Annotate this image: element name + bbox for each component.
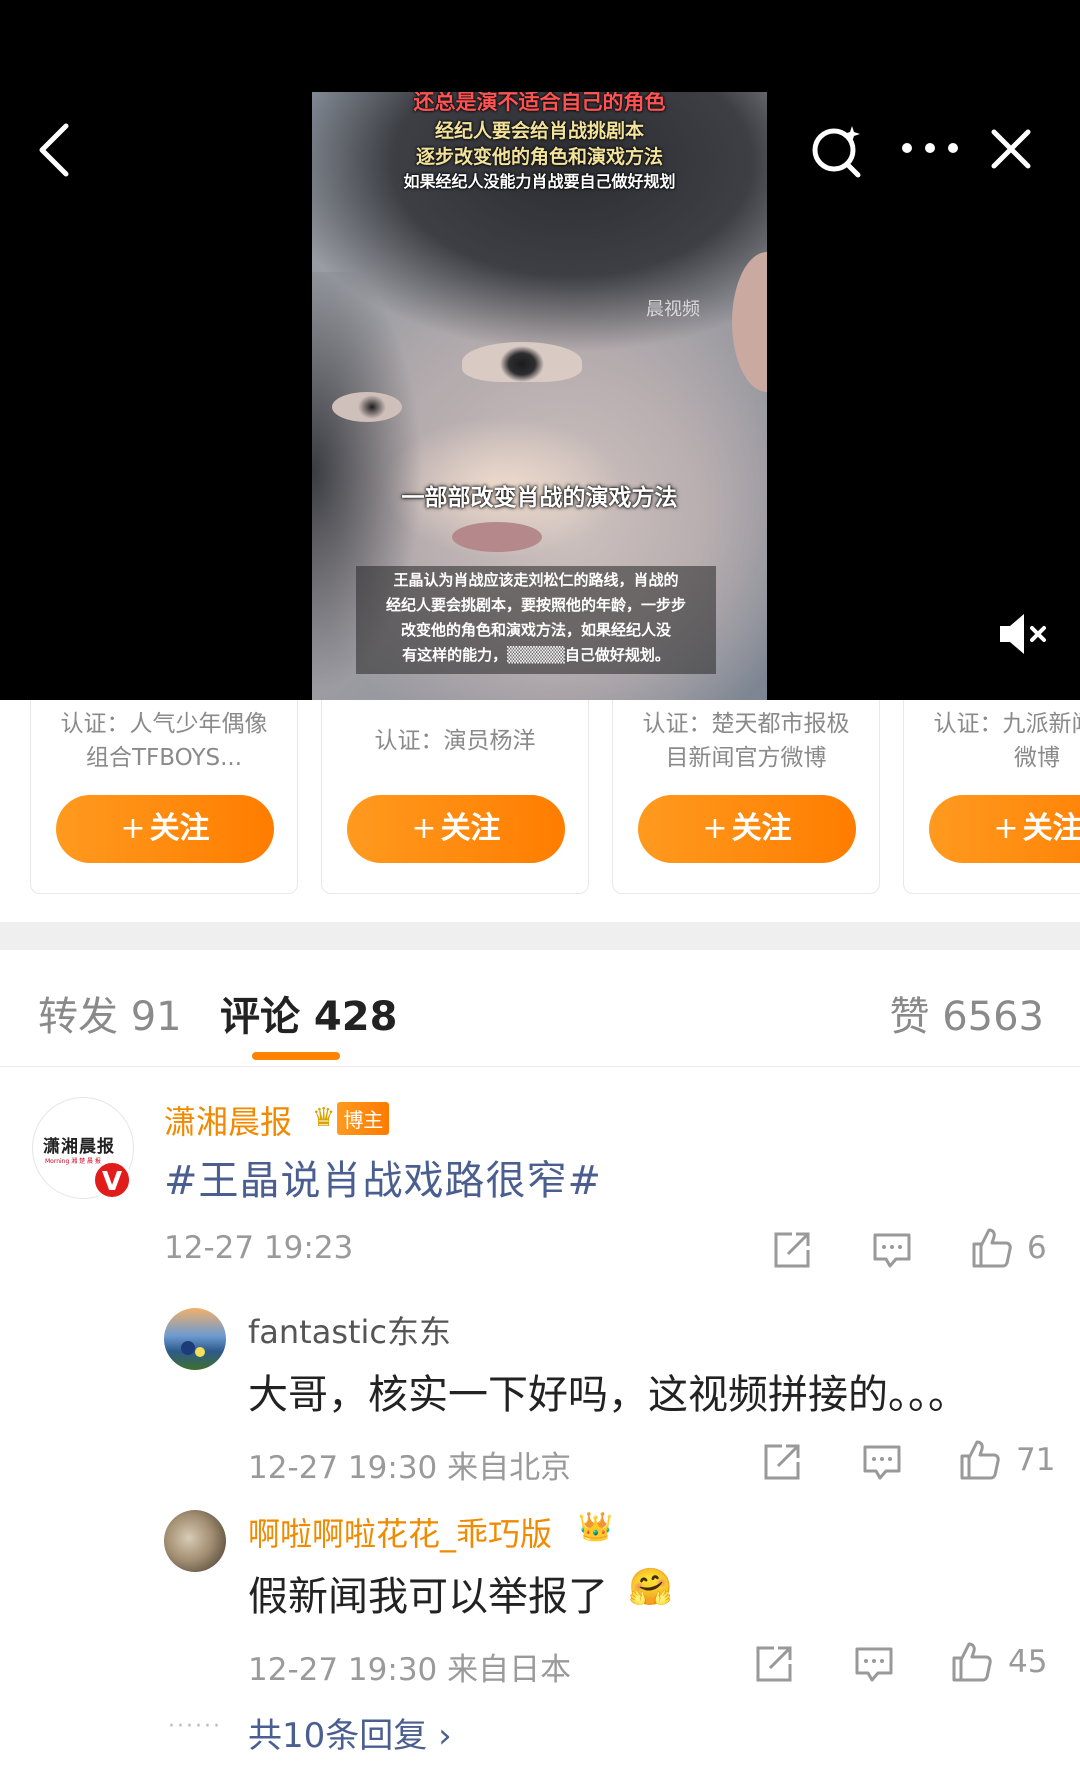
follow-button[interactable]: + 关注 xyxy=(347,795,565,863)
like-count: 71 xyxy=(1016,1442,1056,1478)
like-icon[interactable] xyxy=(950,1640,994,1684)
avatar-logo: 潇湘晨报 xyxy=(43,1137,115,1157)
subtitle-line: 改变他的角色和演戏方法，如果经纪人没 xyxy=(400,621,671,639)
more-icon[interactable] xyxy=(895,128,965,168)
video-caption: 经纪人要会给肖战挑剧本 xyxy=(434,120,644,142)
reply-time: 12-27 19:30 来自日本 xyxy=(248,1652,572,1688)
reply-author[interactable]: 啊啦啊啦花花_乖巧版 xyxy=(248,1509,552,1555)
video-caption: 逐步改变他的角色和演戏方法 xyxy=(415,146,663,168)
like-icon[interactable] xyxy=(958,1438,1002,1482)
plus-icon: + xyxy=(411,811,437,846)
rec-card[interactable]: 认证：楚天都市报极目新闻官方微博 + 关注 xyxy=(612,700,880,894)
tab-likes[interactable]: 赞 6563 xyxy=(889,984,1044,1042)
avatar-logo-sub: Morning 湘 楚 晨 报 xyxy=(45,1158,101,1165)
comment-icon[interactable] xyxy=(852,1642,896,1686)
comment-icon[interactable] xyxy=(870,1228,914,1272)
avatar[interactable] xyxy=(164,1510,226,1572)
verified-icon: V xyxy=(92,1160,132,1200)
share-icon[interactable] xyxy=(760,1440,804,1484)
follow-button[interactable]: + 关注 xyxy=(56,795,274,863)
video-caption-middle: 一部部改变肖战的演戏方法 xyxy=(401,484,678,511)
video-player[interactable]: 还总是演不适合自己的角色 经纪人要会给肖战挑剧本 逐步改变他的角色和演戏方法 如… xyxy=(0,0,1080,700)
comment-author[interactable]: 潇湘晨报 xyxy=(164,1097,292,1143)
active-tab-indicator xyxy=(252,1052,340,1060)
video-caption: 还总是演不适合自己的角色 xyxy=(413,92,666,114)
back-icon[interactable] xyxy=(32,118,80,182)
video-content xyxy=(332,392,402,422)
crown-badge-icon: 👑 xyxy=(578,1510,613,1543)
rec-card[interactable]: 认证：人气少年偶像组合TFBOYS... + 关注 xyxy=(30,700,298,894)
reply-time: 12-27 19:30 来自北京 xyxy=(248,1450,572,1486)
plus-icon: + xyxy=(120,811,146,846)
author-badge: ♛ 博主 xyxy=(312,1101,390,1135)
comment-icon[interactable] xyxy=(860,1440,904,1484)
tab-reposts[interactable]: 转发 91 xyxy=(38,984,182,1042)
hashtag-link[interactable]: #王晶说肖战戏路很窄# xyxy=(164,1148,602,1206)
thread-dots: ······ xyxy=(168,1714,222,1739)
more-replies-link[interactable]: 共10条回复 › xyxy=(248,1708,452,1757)
badge-label: 博主 xyxy=(337,1101,390,1135)
video-subtitle: 王晶认为肖战应该走刘松仁的路线，肖战的 经纪人要会挑剧本，要按照他的年龄，一步步… xyxy=(356,566,716,674)
reply-text: 假新闻我可以举报了 xyxy=(248,1574,608,1620)
rec-cert: 认证：九派新闻官方微博 xyxy=(933,711,1080,771)
follow-button[interactable]: + 关注 xyxy=(638,795,856,863)
reply-author[interactable]: fantastic东东 xyxy=(248,1307,451,1353)
close-icon[interactable] xyxy=(986,124,1036,174)
plus-icon: + xyxy=(702,811,728,846)
image-search-icon[interactable] xyxy=(808,122,866,180)
share-icon[interactable] xyxy=(770,1228,814,1272)
rec-cert: 认证：演员杨洋 xyxy=(374,728,536,754)
rec-cert: 认证：人气少年偶像组合TFBOYS... xyxy=(60,711,268,771)
video-watermark: 晨视频 xyxy=(646,299,700,320)
video-content xyxy=(452,522,542,552)
follow-label: 关注 xyxy=(731,811,792,846)
tab-comments[interactable]: 评论 428 xyxy=(220,984,397,1042)
video-frame[interactable]: 还总是演不适合自己的角色 经纪人要会给肖战挑剧本 逐步改变他的角色和演戏方法 如… xyxy=(312,92,767,700)
section-divider xyxy=(0,922,1080,950)
follow-label: 关注 xyxy=(440,811,501,846)
subtitle-line: 有这样的能力，▒▒▒▒▒自己做好规划。 xyxy=(402,646,670,664)
rec-card[interactable]: 认证：九派新闻官方微博 +关注 xyxy=(903,700,1080,894)
plus-icon: + xyxy=(993,811,1019,846)
follow-label: 关注 xyxy=(149,811,210,846)
follow-button[interactable]: + 关注 xyxy=(929,795,1080,863)
interaction-tabs: 转发 91 评论 428 赞 6563 xyxy=(0,950,1080,1067)
recommended-users: 认证：人气少年偶像组合TFBOYS... + 关注 认证：演员杨洋 + 关注 认证：… xyxy=(0,700,1080,922)
crown-icon: ♛ xyxy=(312,1103,336,1133)
video-content xyxy=(462,342,582,382)
comment-time: 12-27 19:23 xyxy=(164,1230,354,1266)
avatar[interactable] xyxy=(164,1308,226,1370)
hug-emoji-icon: 🤗 xyxy=(628,1567,673,1608)
follow-label: 关注 xyxy=(1022,811,1080,846)
rec-card[interactable]: 认证：演员杨洋 + 关注 xyxy=(321,700,589,894)
subtitle-line: 经纪人要会挑剧本，要按照他的年龄，一步步 xyxy=(385,596,686,614)
like-count: 6 xyxy=(1027,1230,1047,1266)
reply-text: 大哥，核实一下好吗，这视频拼接的。。。 xyxy=(248,1372,968,1418)
video-caption: 如果经纪人没能力肖战要自己做好规划 xyxy=(403,172,676,191)
share-icon[interactable] xyxy=(752,1642,796,1686)
like-icon[interactable] xyxy=(970,1226,1014,1270)
rec-cert: 认证：楚天都市报极目新闻官方微博 xyxy=(642,711,850,771)
like-count: 45 xyxy=(1008,1644,1048,1680)
subtitle-line: 王晶认为肖战应该走刘松仁的路线，肖战的 xyxy=(393,571,679,589)
mute-icon[interactable] xyxy=(996,610,1050,658)
